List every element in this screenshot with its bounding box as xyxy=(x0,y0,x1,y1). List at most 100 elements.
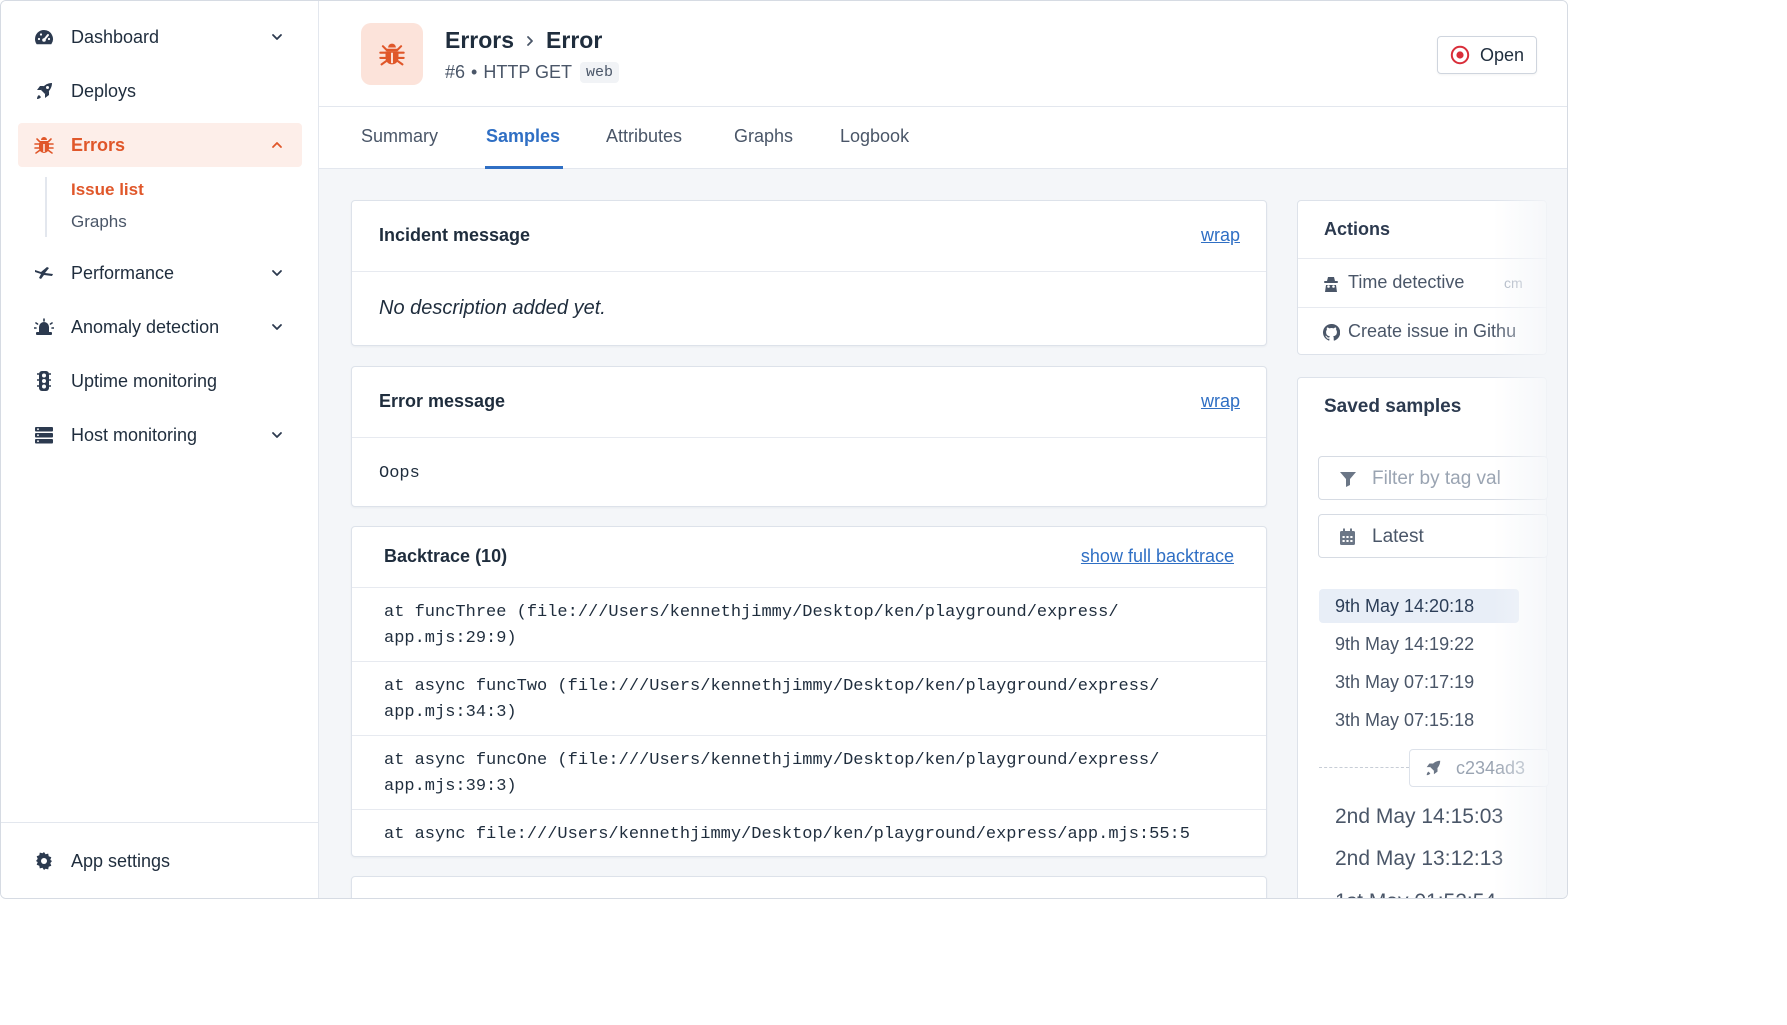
chevron-down-icon xyxy=(272,324,282,330)
bug-icon xyxy=(34,135,54,155)
sidebar-item-uptime-monitoring[interactable]: Uptime monitoring xyxy=(18,359,302,403)
card-title: Incident message xyxy=(379,225,531,245)
card-title: Error message xyxy=(379,391,506,411)
actions-title: Actions xyxy=(1324,219,1391,239)
breadcrumb: Errors Error xyxy=(445,27,602,54)
sidebar-item-dashboard[interactable]: Dashboard xyxy=(18,15,302,59)
issue-state-button[interactable]: Open xyxy=(1437,36,1537,74)
backtrace-line: at async funcOne (file:///Users/kennethj… xyxy=(352,735,1266,809)
time-detective-action[interactable]: Time detective cm xyxy=(1298,258,1546,307)
next-card xyxy=(351,876,1267,898)
saved-sample-item[interactable]: 3th May 07:17:19 xyxy=(1319,665,1519,699)
performance-icon xyxy=(34,263,54,283)
sidebar-subitem-issue-list[interactable]: Issue list xyxy=(71,180,144,200)
saved-sample-item[interactable]: 9th May 14:20:18 xyxy=(1319,589,1519,623)
app-window: Dashboard Deploys Errors Issue list Grap… xyxy=(0,0,1568,899)
saved-sample-item[interactable]: 1st May 01:52:54 xyxy=(1319,885,1519,898)
page-header: Errors Error #6 • HTTP GET web Open xyxy=(319,1,1567,107)
saved-sample-timestamp: 1st May 01:52:54 xyxy=(1335,890,1496,898)
sidebar-item-label: Dashboard xyxy=(71,26,160,47)
tab-logbook[interactable]: Logbook xyxy=(840,126,909,147)
tab-bar: Summary Samples Attributes Graphs Logboo… xyxy=(319,107,1567,169)
incident-message-text: No description added yet. xyxy=(379,297,606,319)
create-issue-label: Create issue in Githu xyxy=(1348,321,1517,341)
card-title: Backtrace (10) xyxy=(384,546,508,566)
tab-samples[interactable]: Samples xyxy=(486,126,560,147)
sidebar-subitem-graphs[interactable]: Graphs xyxy=(71,212,127,232)
backtrace-line: at funcThree (file:///Users/kennethjimmy… xyxy=(352,587,1266,661)
filter-icon xyxy=(1340,472,1356,487)
sort-select[interactable]: Latest xyxy=(1318,514,1548,558)
detective-icon xyxy=(1324,277,1338,292)
breadcrumb-current: Error xyxy=(546,27,603,53)
wrap-toggle[interactable]: wrap xyxy=(1201,391,1240,412)
tab-attributes[interactable]: Attributes xyxy=(606,126,682,147)
sidebar-item-errors[interactable]: Errors xyxy=(18,123,302,167)
open-state-icon xyxy=(1450,45,1470,65)
issue-number: #6 xyxy=(445,62,466,82)
actions-panel: Actions Time detective cm Create issue i… xyxy=(1297,200,1547,355)
saved-sample-timestamp: 2nd May 13:12:13 xyxy=(1335,847,1504,870)
sidebar-item-label: Deploys xyxy=(71,80,137,101)
siren-icon xyxy=(34,317,54,337)
shortcut-hint: cm xyxy=(1504,275,1523,291)
sidebar-item-deploys[interactable]: Deploys xyxy=(18,69,302,113)
errors-subnav: Issue list Graphs xyxy=(45,177,144,237)
saved-sample-item[interactable]: 3th May 07:15:18 xyxy=(1319,703,1519,737)
sidebar-item-label: Host monitoring xyxy=(71,424,198,445)
deploy-marker[interactable]: c234ad3 xyxy=(1409,749,1549,787)
traffic-light-icon xyxy=(34,371,54,391)
sidebar-item-label: Errors xyxy=(71,134,126,155)
sidebar: Dashboard Deploys Errors Issue list Grap… xyxy=(1,1,319,898)
error-message-card: Error message wrap Oops xyxy=(351,366,1267,507)
saved-sample-timestamp: 3th May 07:15:18 xyxy=(1335,709,1475,730)
create-github-issue-action[interactable]: Create issue in Githu xyxy=(1298,307,1546,356)
error-badge xyxy=(361,23,423,85)
issue-state-label: Open xyxy=(1479,44,1525,65)
chevron-down-icon xyxy=(272,432,282,438)
rocket-icon xyxy=(1426,760,1441,776)
sidebar-item-host-monitoring[interactable]: Host monitoring xyxy=(18,413,302,457)
app-settings-label: App settings xyxy=(71,850,171,871)
namespace-tag: web xyxy=(580,62,620,83)
github-icon xyxy=(1323,324,1340,341)
saved-samples-title: Saved samples xyxy=(1324,396,1462,417)
chevron-right-icon xyxy=(527,35,533,46)
breadcrumb-errors[interactable]: Errors xyxy=(445,27,514,54)
backtrace-line: at async funcTwo (file:///Users/kennethj… xyxy=(352,661,1266,735)
time-detective-label: Time detective xyxy=(1348,272,1465,292)
saved-sample-timestamp: 9th May 14:19:22 xyxy=(1335,633,1475,654)
saved-sample-item[interactable]: 2nd May 14:15:03 xyxy=(1319,800,1519,834)
tag-filter-input[interactable]: Filter by tag val xyxy=(1318,456,1548,500)
backtrace-card: Backtrace (10) show full backtrace at fu… xyxy=(351,526,1267,857)
backtrace-line-text: at funcThree (file:///Users/kennethjimmy… xyxy=(384,603,1119,648)
app-settings-link[interactable]: App settings xyxy=(18,839,302,883)
show-full-backtrace-link[interactable]: show full backtrace xyxy=(1081,546,1234,567)
backtrace-line-text: at async funcTwo (file:///Users/kennethj… xyxy=(384,677,1160,722)
sidebar-item-anomaly-detection[interactable]: Anomaly detection xyxy=(18,305,302,349)
sidebar-item-label: Performance xyxy=(71,262,175,283)
saved-sample-timestamp: 2nd May 14:15:03 xyxy=(1335,805,1504,828)
chevron-up-icon xyxy=(272,142,282,148)
rocket-icon xyxy=(34,81,54,101)
saved-sample-timestamp: 3th May 07:17:19 xyxy=(1335,671,1475,692)
card-header: Error message wrap xyxy=(352,367,1266,438)
deploy-divider xyxy=(1319,767,1409,768)
sidebar-item-label: Anomaly detection xyxy=(71,316,220,337)
tab-summary[interactable]: Summary xyxy=(361,126,438,147)
calendar-icon xyxy=(1340,528,1355,545)
sidebar-item-label: Uptime monitoring xyxy=(71,370,218,391)
bug-icon xyxy=(379,43,405,66)
action-name: HTTP GET xyxy=(483,62,573,82)
tab-graphs[interactable]: Graphs xyxy=(734,126,793,147)
saved-sample-item[interactable]: 9th May 14:19:22 xyxy=(1319,627,1519,661)
sidebar-item-performance[interactable]: Performance xyxy=(18,251,302,295)
gear-icon xyxy=(34,851,54,871)
backtrace-line: at async file:///Users/kennethjimmy/Desk… xyxy=(352,809,1266,858)
tag-filter-placeholder: Filter by tag val xyxy=(1372,468,1501,489)
backtrace-line-text: at async funcOne (file:///Users/kennethj… xyxy=(384,751,1160,796)
server-icon xyxy=(34,425,54,445)
saved-sample-item[interactable]: 2nd May 13:12:13 xyxy=(1319,842,1519,876)
wrap-toggle[interactable]: wrap xyxy=(1201,225,1240,246)
card-header: Incident message wrap xyxy=(352,201,1266,272)
